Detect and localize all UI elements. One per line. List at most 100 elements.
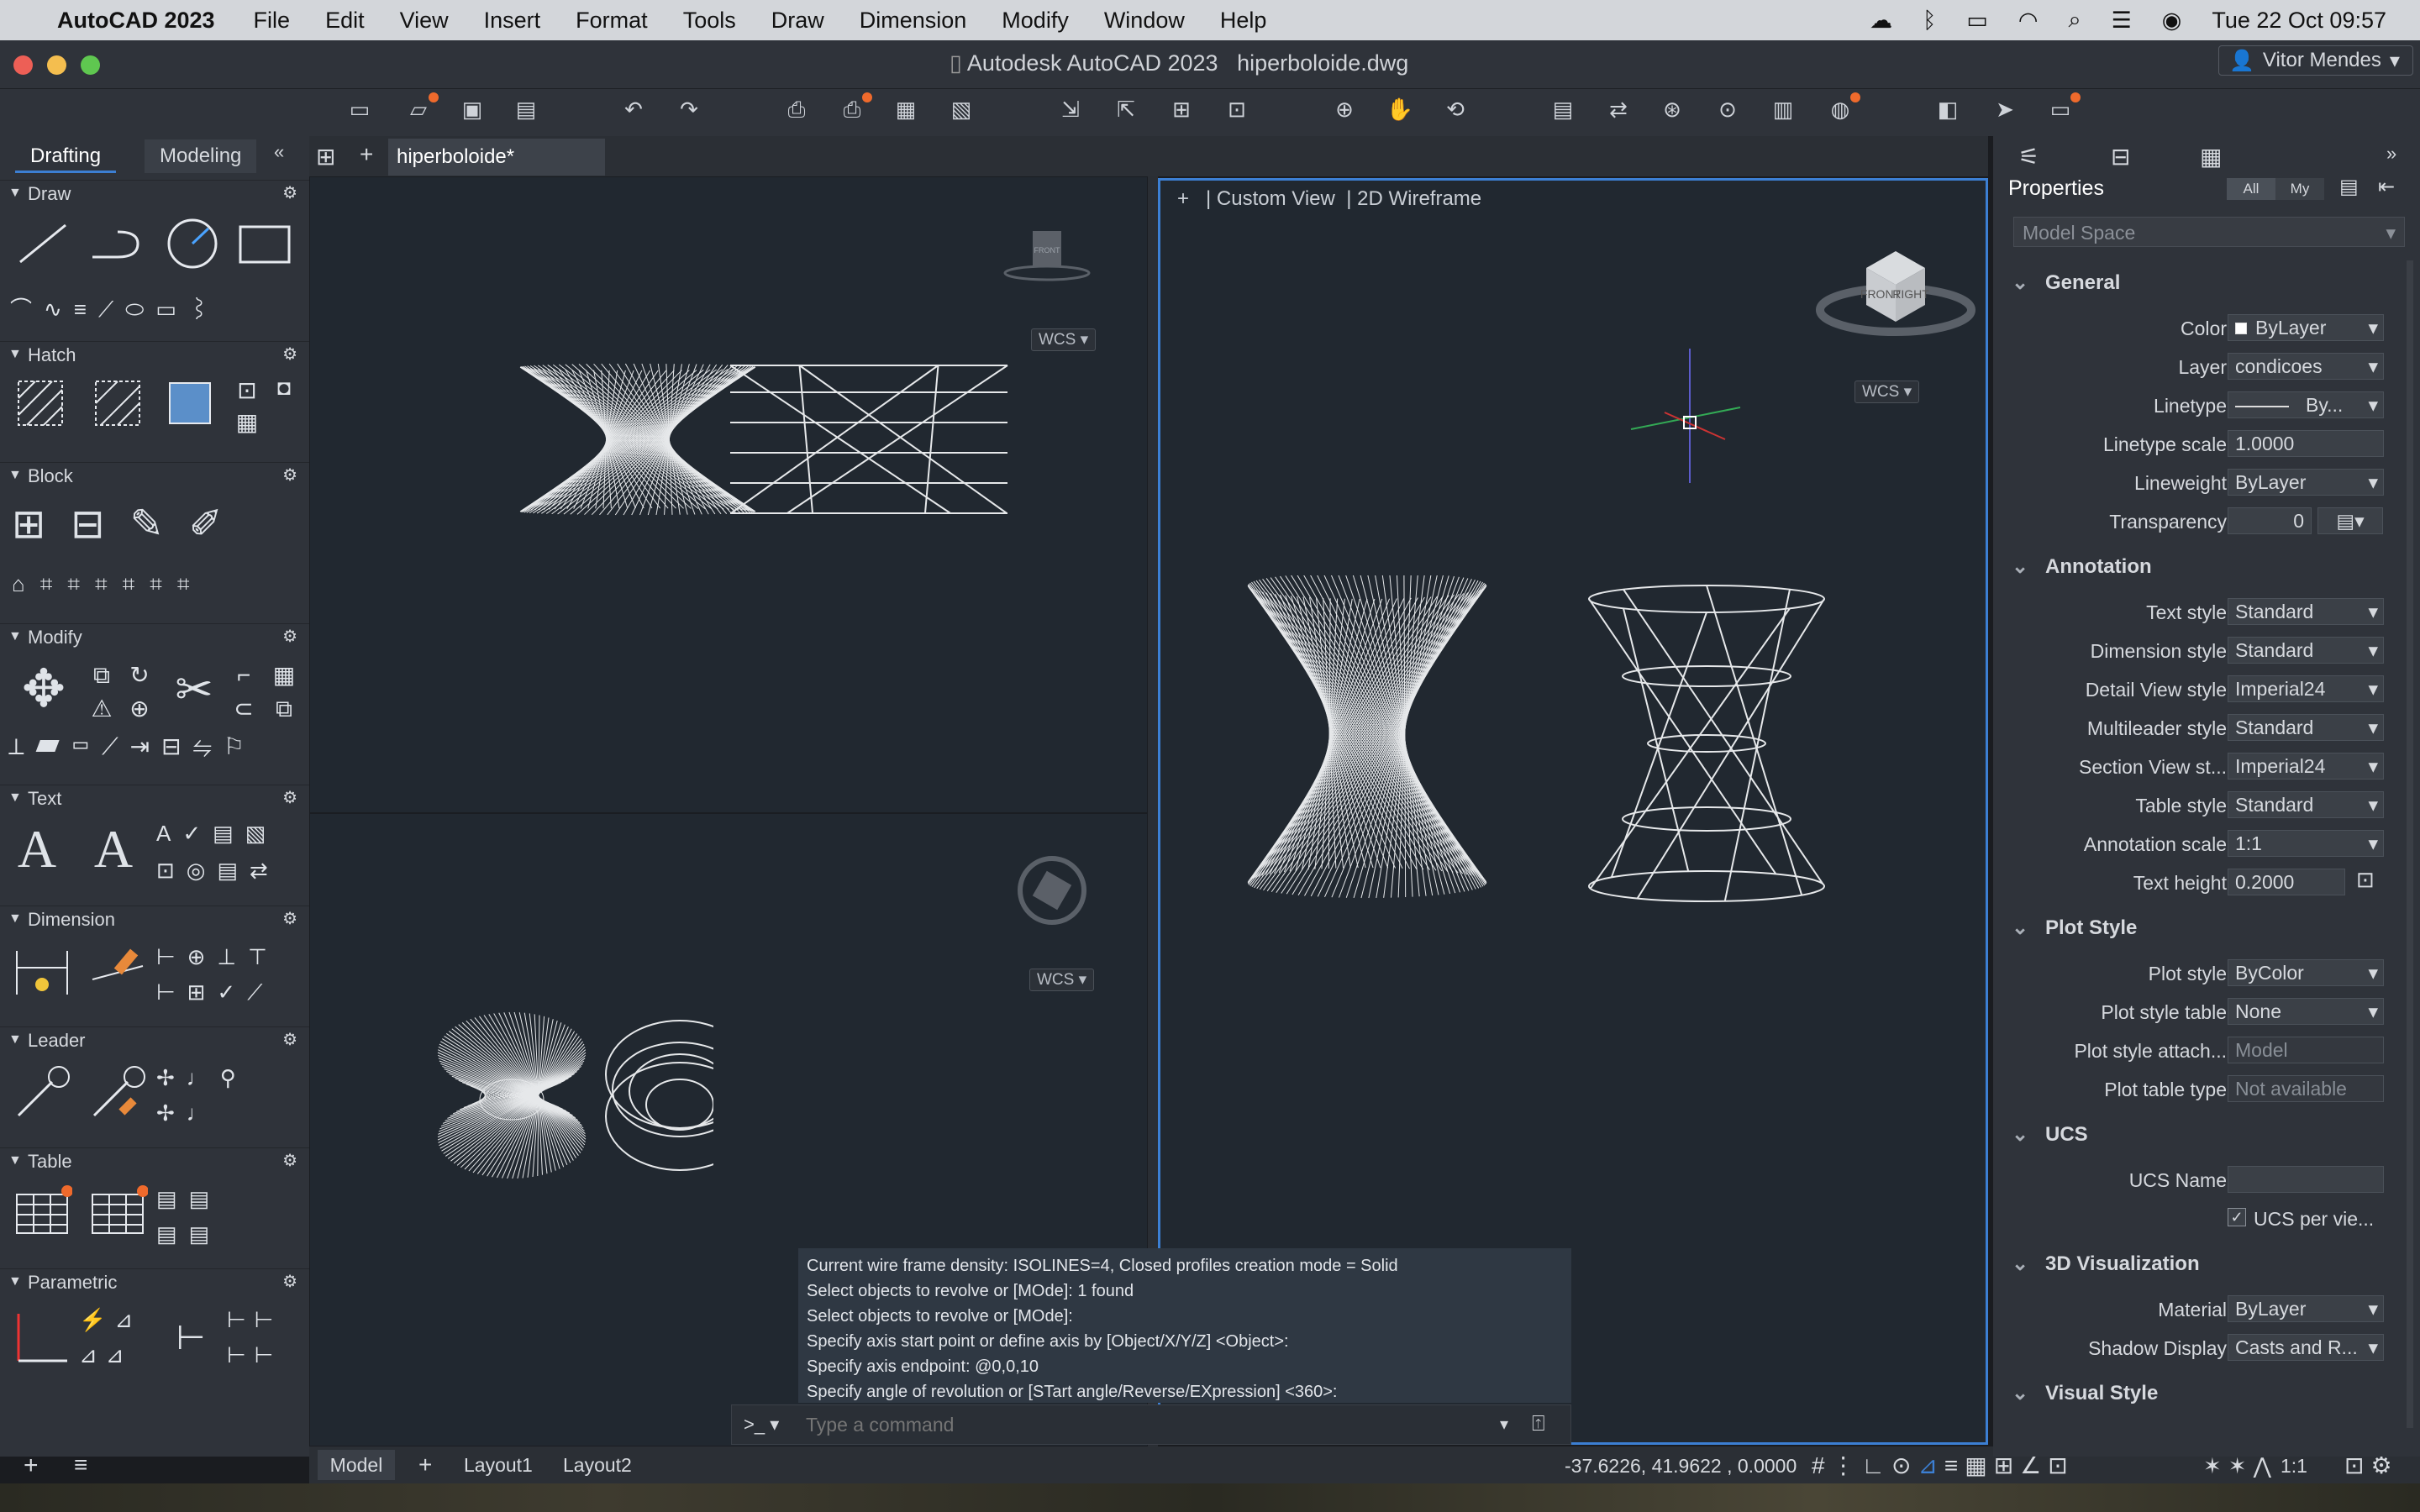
geometric-constraint-tool[interactable] — [12, 1305, 72, 1366]
viewcube-3d[interactable]: FRONT RIGHT — [1816, 231, 1975, 340]
prop-detail-view-style[interactable]: Detail View style Imperial24 — [1993, 670, 2413, 709]
group-annotation[interactable]: ⌄ Annotation — [2012, 554, 2152, 579]
prop-plot-style[interactable]: Plot style ByColor — [1993, 954, 2413, 993]
prop-plot-style-table[interactable]: Plot style table None — [1993, 993, 2413, 1032]
table-tool[interactable] — [12, 1184, 72, 1238]
move-tool[interactable]: ✥ — [12, 660, 76, 719]
prop-text-height[interactable]: Text height 0.2000 ⊡ — [1993, 864, 2413, 902]
wcs-menu-bottom[interactable]: WCS ▾ — [1029, 969, 1095, 991]
dimensional-constraint-tools[interactable]: ⊢⊢ ⊢⊢ — [227, 1302, 302, 1373]
menu-view[interactable]: View — [400, 8, 449, 34]
gear-icon[interactable]: ⚙ — [282, 626, 297, 647]
coordinates-display[interactable]: -37.6226, 41.9622 , 0.0000 — [1565, 1455, 1797, 1478]
render-icon[interactable]: ◍ — [1823, 92, 1860, 124]
viewport-controls[interactable]: + | Custom View | 2D Wireframe — [1177, 187, 1481, 211]
prop-dimension-style[interactable]: Dimension style Standard — [1993, 632, 2413, 670]
annotation-scale[interactable]: 1:1 — [2281, 1455, 2307, 1478]
block-small-tools[interactable]: ⌂⌗⌗⌗⌗⌗⌗ — [12, 571, 297, 603]
close-window-button[interactable] — [13, 55, 33, 75]
save-icon[interactable]: ▣ — [455, 94, 489, 124]
prop-table-style[interactable]: Table style Standard — [1993, 786, 2413, 825]
section-text[interactable]: ▼ Text ⚙ — [0, 785, 309, 810]
visual-style-name[interactable]: 2D Wireframe — [1357, 187, 1481, 210]
prop-layer[interactable]: Layer condicoes — [1993, 348, 2413, 386]
attach-icon[interactable]: ⊞ — [1165, 94, 1198, 124]
dimension-small-tools[interactable]: ⊢⊕⊥⊤ ⊢⊞✓⟋ — [156, 939, 301, 1011]
table-small-tools[interactable]: ▤▤ ▤▤ — [156, 1181, 232, 1252]
group-3d-visualization[interactable]: ⌄ 3D Visualization — [2012, 1252, 2200, 1276]
gear-icon[interactable]: ⚙ — [282, 1150, 297, 1171]
purge-icon[interactable]: ▥ — [1766, 94, 1800, 124]
viewcube-top[interactable] — [1014, 853, 1090, 928]
command-prompt-icon[interactable]: >_ ▾ — [744, 1414, 779, 1436]
properties-tab-icon[interactable]: ⚟ — [2018, 143, 2039, 171]
start-tab-icon[interactable]: ⊞ — [316, 143, 335, 171]
command-input[interactable] — [806, 1410, 1512, 1439]
menubar-clock[interactable]: Tue 22 Oct 09:57 — [2212, 8, 2386, 34]
gear-icon[interactable]: ⚙ — [282, 908, 297, 929]
hatch-small-tools[interactable]: ⊡ ▦ — [230, 375, 264, 442]
palette-menu-icon[interactable]: ≡ — [74, 1452, 87, 1478]
section-leader[interactable]: ▼ Leader ⚙ — [0, 1026, 309, 1052]
display-icon[interactable]: ▭ — [2044, 92, 2081, 124]
layer-icon[interactable]: ⊛ — [1655, 94, 1689, 124]
section-hatch[interactable]: ▼ Hatch ⚙ — [0, 341, 309, 366]
add-layout-icon[interactable]: + — [418, 1452, 432, 1478]
share-icon[interactable]: ⊡ — [1220, 94, 1254, 124]
export-icon[interactable]: ⇱ — [1109, 94, 1143, 124]
section-modify[interactable]: ▼ Modify ⚙ — [0, 623, 309, 648]
multiline-text-tool[interactable]: A — [13, 820, 60, 879]
hatch-tool[interactable] — [15, 378, 66, 428]
multileader-tool[interactable] — [12, 1063, 72, 1122]
ucs-per-viewport-checkbox[interactable]: ✓ — [2228, 1208, 2246, 1226]
quick-select-icon[interactable]: ⇤ — [2378, 175, 2395, 199]
gear-icon[interactable]: ⚙ — [282, 344, 297, 365]
prop-transparency[interactable]: Transparency 0 ▤▾ — [1993, 502, 2413, 541]
gear-icon[interactable]: ⚙ — [282, 465, 297, 486]
menu-dimension[interactable]: Dimension — [860, 8, 967, 34]
expand-palette-icon[interactable]: » — [2386, 143, 2396, 165]
annotation-status-toggles[interactable]: ✶✶⋀ — [2203, 1453, 2278, 1479]
spotlight-icon[interactable]: ⌕ — [2068, 7, 2081, 34]
selection-dropdown[interactable]: Model Space ▾ — [2013, 217, 2405, 247]
menu-edit[interactable]: Edit — [325, 8, 365, 34]
section-dimension[interactable]: ▼ Dimension ⚙ — [0, 906, 309, 931]
menu-tools[interactable]: Tools — [683, 8, 736, 34]
menu-draw[interactable]: Draw — [771, 8, 824, 34]
match-properties-icon[interactable]: ⇄ — [1602, 94, 1635, 124]
tab-drafting[interactable]: Drafting — [15, 139, 117, 173]
toggle-pickadd-icon[interactable]: ▤ — [2339, 175, 2359, 199]
section-table[interactable]: ▼ Table ⚙ — [0, 1147, 309, 1173]
gear-icon[interactable]: ⚙ — [282, 787, 297, 808]
prop-material[interactable]: Material ByLayer — [1993, 1290, 2413, 1329]
group-plot-style[interactable]: ⌄ Plot Style — [2012, 916, 2137, 940]
battery-icon[interactable]: ▭ — [1966, 8, 1988, 34]
prop-annotation-scale[interactable]: Annotation scale 1:1 — [1993, 825, 2413, 864]
prop-ucs-per-viewport[interactable]: ✓ UCS per vie... — [1993, 1200, 2413, 1238]
tab-layout1[interactable]: Layout1 — [452, 1450, 544, 1480]
prop-linetype-scale[interactable]: Linetype scale 1.0000 — [1993, 425, 2413, 464]
rotate-stretch-tools[interactable]: ↻ ⊕ — [123, 659, 156, 726]
trim-tool[interactable]: ✂ — [165, 660, 224, 719]
add-leader-tool[interactable] — [87, 1063, 148, 1122]
tab-model[interactable]: Model — [318, 1450, 395, 1480]
menu-file[interactable]: File — [254, 8, 291, 34]
send-icon[interactable]: ➤ — [1988, 94, 2022, 124]
circle-tool[interactable] — [165, 217, 220, 270]
prop-multileader-style[interactable]: Multileader style Standard — [1993, 709, 2413, 748]
aligned-dimension-tool[interactable] — [87, 942, 148, 1001]
zoom-window-icon[interactable]: ⊕ — [1328, 94, 1361, 124]
gear-icon[interactable]: ⚙ — [282, 1029, 297, 1050]
document-tab[interactable]: hiperboloide* — [388, 139, 605, 176]
draw-small-tools[interactable]: ⌒∿≡⟋⬭▭⌇ — [10, 292, 304, 322]
modify-small-tools[interactable]: ⟂▰▭⟋⇥⊟⇋⚐ — [8, 732, 302, 766]
group-visual-style[interactable]: ⌄ Visual Style — [2012, 1381, 2158, 1405]
bluetooth-icon[interactable]: ᛒ — [1923, 8, 1936, 34]
linear-dimension-tool[interactable] — [12, 942, 72, 1001]
add-palette-icon[interactable]: + — [24, 1452, 39, 1480]
plot-icon[interactable]: ⎙ — [780, 94, 813, 124]
redo-icon[interactable]: ↷ — [672, 94, 706, 124]
viewport-top-left[interactable]: FRONT WCS ▾ — [309, 176, 1148, 813]
prop-section-view-style[interactable]: Section View st... Imperial24 — [1993, 748, 2413, 786]
publish-icon[interactable]: ▧ — [944, 94, 978, 124]
